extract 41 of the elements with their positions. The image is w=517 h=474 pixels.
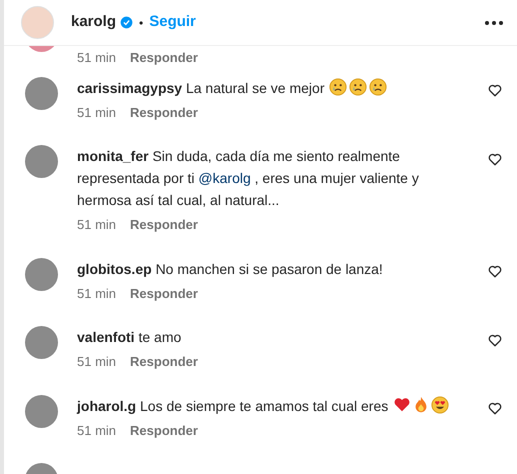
flame-icon: [413, 396, 430, 414]
sad-face-icon: [349, 78, 368, 96]
separator-dot: •: [139, 14, 144, 32]
comment-time: 51 min: [77, 216, 116, 234]
like-button[interactable]: [487, 400, 503, 416]
heart-eyes-face-icon: [431, 396, 450, 414]
comment-time: 51 min: [77, 422, 116, 440]
like-button[interactable]: [487, 264, 503, 280]
mention-link[interactable]: @karolg: [198, 170, 251, 186]
avatar: [25, 394, 58, 428]
comment-text: carissimagypsy La natural se ve mejor: [77, 76, 457, 98]
like-button[interactable]: [487, 82, 503, 98]
username-link[interactable]: monita_fer: [77, 148, 149, 164]
avatar: [25, 258, 58, 290]
comment-text: valenfoti te amo: [77, 328, 182, 347]
username-link[interactable]: carissimagypsy: [77, 80, 182, 96]
username-link[interactable]: valenfoti: [77, 329, 135, 345]
reply-button[interactable]: Responder: [130, 102, 198, 122]
like-button[interactable]: [487, 332, 503, 348]
username-link[interactable]: globitos.ep: [77, 260, 152, 276]
avatar: [25, 326, 58, 359]
comment-text: globitos.ep No manchen si se pasaron de lanza!: [77, 260, 384, 279]
comment-time: 51 min: [77, 284, 116, 302]
comment-text: joharol.g Los de siempre te amamos tal cual eres: [77, 394, 457, 416]
reply-button[interactable]: Responder: [130, 420, 198, 440]
comment-time: 51 min: [77, 49, 116, 67]
comment-time: 51 min: [77, 104, 116, 122]
reply-button[interactable]: Responder: [130, 215, 198, 234]
comment-text: monita_fer Sin duda, cada día me siento realmente representada por ti @karolg , eres una mujer valiente y hermosa así tal cual, al natural...: [77, 147, 420, 210]
reply-button[interactable]: Responder: [130, 284, 198, 303]
reply-button[interactable]: Responder: [130, 352, 198, 372]
like-button[interactable]: [487, 151, 503, 167]
username-link[interactable]: joharol.g: [77, 398, 136, 414]
sad-face-icon: [329, 78, 348, 96]
avatar: [25, 76, 58, 110]
username-link[interactable]: karolg: [71, 11, 116, 34]
sad-face-icon: [369, 78, 388, 96]
reply-button[interactable]: Responder: [130, 48, 198, 68]
heart-icon: [393, 396, 412, 414]
comment-time: 51 min: [77, 353, 116, 371]
avatar: [25, 145, 58, 178]
